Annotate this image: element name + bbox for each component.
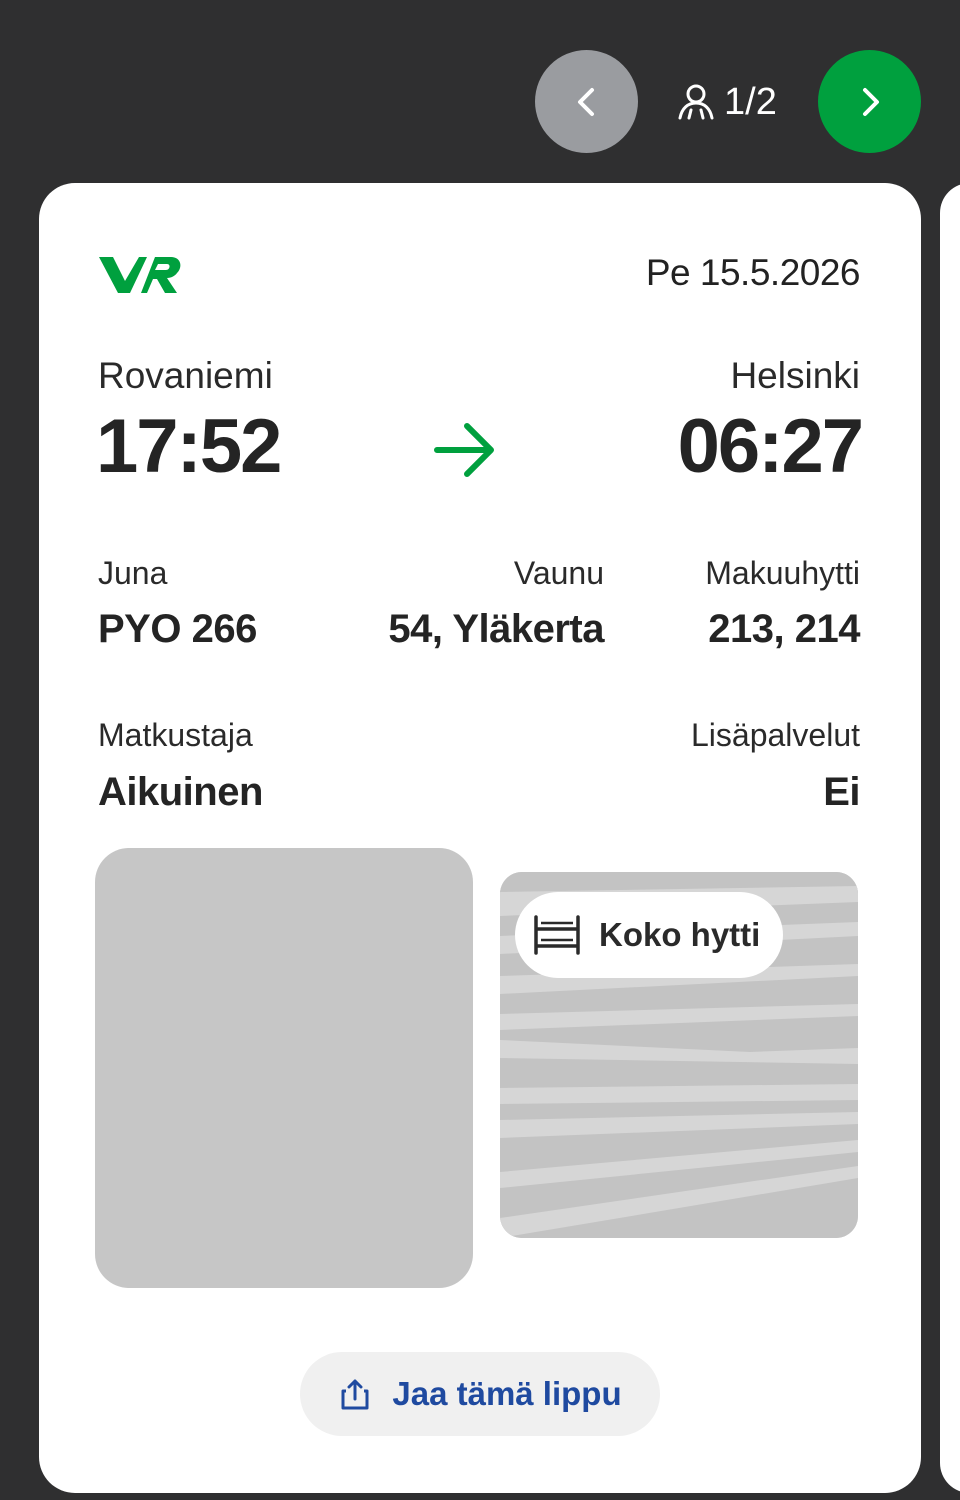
cabin-value: 213, 214 xyxy=(708,607,860,651)
next-ticket-button[interactable] xyxy=(818,50,921,153)
ticket-screen: 1/2 Pe 15.5.2026 Rovaniemi Helsinki 17:5… xyxy=(0,0,960,1500)
cabin-label: Makuuhytti xyxy=(705,555,860,591)
chevron-left-icon xyxy=(577,87,594,116)
cabin-type-badge: Koko hytti xyxy=(515,892,783,978)
arrival-time: 06:27 xyxy=(677,404,864,489)
ticket-code-placeholder xyxy=(95,848,473,1288)
arrival-city: Helsinki xyxy=(730,355,860,396)
next-ticket-card-edge[interactable] xyxy=(940,183,960,1493)
departure-city: Rovaniemi xyxy=(98,355,273,396)
extras-label: Lisäpalvelut xyxy=(691,717,860,753)
departure-time: 17:52 xyxy=(96,404,282,489)
bunk-bed-icon xyxy=(534,915,580,955)
carriage-value: 54, Yläkerta xyxy=(388,607,604,651)
cabin-type-label: Koko hytti xyxy=(599,916,761,953)
extras-value: Ei xyxy=(823,770,860,814)
person-icon xyxy=(678,84,714,120)
share-ticket-button[interactable]: Jaa tämä lippu xyxy=(300,1352,660,1436)
vr-logo xyxy=(97,253,183,302)
travel-date: Pe 15.5.2026 xyxy=(645,252,861,293)
passenger-counter: 1/2 xyxy=(676,78,777,126)
arrow-right-icon xyxy=(434,423,494,477)
passenger-counter-text: 1/2 xyxy=(724,80,777,123)
chevron-right-icon xyxy=(862,87,879,116)
share-icon xyxy=(341,1379,369,1410)
previous-ticket-button[interactable] xyxy=(535,50,638,153)
passenger-label: Matkustaja xyxy=(98,717,253,753)
train-value: PYO 266 xyxy=(98,607,257,651)
share-button-label: Jaa tämä lippu xyxy=(392,1375,622,1412)
passenger-value: Aikuinen xyxy=(98,770,263,814)
carriage-label: Vaunu xyxy=(513,555,604,591)
train-label: Juna xyxy=(98,555,168,591)
